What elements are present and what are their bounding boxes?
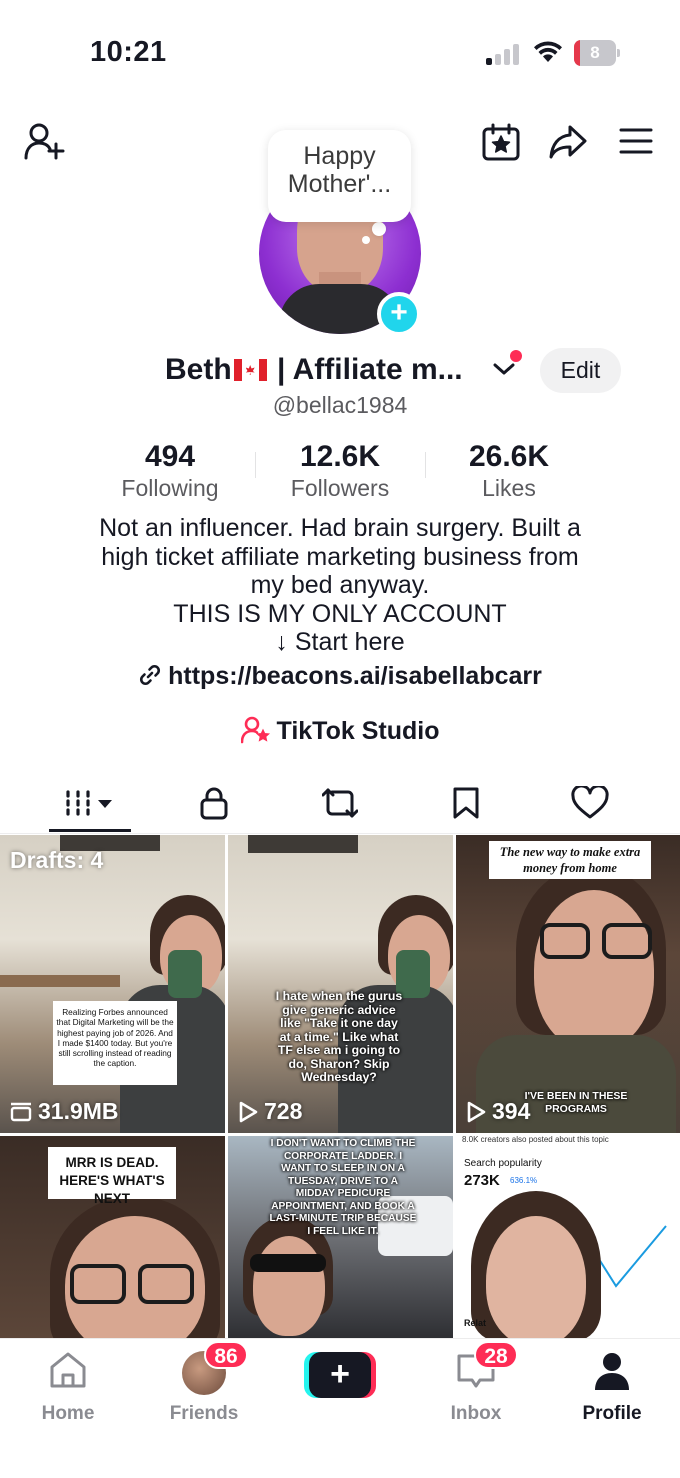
home-icon	[50, 1352, 86, 1388]
tiktok-studio-label: TikTok Studio	[276, 717, 440, 745]
notification-dot	[510, 350, 522, 362]
tile-caption: I DON'T WANT TO CLIMB THE CORPORATE LADD…	[269, 1138, 417, 1237]
view-count: 394	[492, 1098, 531, 1124]
private-tab[interactable]	[172, 778, 256, 828]
search-popularity-value: 273K	[464, 1172, 500, 1189]
profile-stats: 494 Following 12.6K Followers 26.6K Like…	[0, 440, 680, 502]
lock-icon	[200, 787, 228, 820]
canada-flag-icon	[233, 359, 267, 381]
video-grid: Realizing Forbes announced that Digital …	[0, 835, 680, 1338]
cellular-signal-icon	[486, 43, 522, 65]
drafts-count-label: Drafts: 4	[10, 847, 104, 873]
video-tile[interactable]: 8.0K creators also posted about this top…	[456, 1136, 680, 1338]
stat-likes-label: Likes	[482, 475, 536, 501]
search-popularity-change: 636.1%	[510, 1176, 538, 1185]
videos-tab[interactable]	[49, 778, 131, 828]
wifi-icon	[533, 40, 563, 66]
display-name-row[interactable]: Beth | Affiliate m...	[165, 348, 463, 392]
bio-line: high ticket affiliate marketing business…	[101, 542, 579, 571]
bookmark-icon	[453, 787, 479, 819]
favorites-tab[interactable]	[424, 778, 508, 828]
bio-line: ↓ Start here	[275, 628, 405, 657]
storage-icon	[10, 1102, 32, 1121]
tile-footer: Relat	[464, 1318, 487, 1328]
tile-header: 8.0K creators also posted about this top…	[462, 1136, 609, 1144]
display-name: Beth | Affiliate m...	[165, 353, 463, 387]
chevron-down-icon[interactable]	[492, 360, 516, 378]
profile-bio: Not an influencer. Had brain surgery. Bu…	[40, 514, 640, 657]
bio-link[interactable]: https://beacons.ai/isabellabcarr	[0, 662, 680, 694]
friends-badge: 86	[204, 1341, 248, 1369]
video-tile[interactable]: The new way to make extra money from hom…	[456, 835, 680, 1133]
profile-note-bubble[interactable]: Happy Mother'...	[268, 130, 411, 222]
liked-tab[interactable]	[548, 778, 632, 828]
stat-likes[interactable]: 26.6K Likes	[424, 440, 594, 502]
stat-divider	[425, 452, 426, 478]
tile-caption: I hate when the gurus give generic advic…	[275, 989, 403, 1084]
nav-friends-label: Friends	[169, 1403, 239, 1424]
play-icon	[467, 1101, 486, 1122]
stat-followers-value: 12.6K	[299, 440, 381, 473]
add-friend-icon[interactable]	[24, 122, 66, 162]
stat-likes-value: 26.6K	[468, 440, 550, 473]
drafts-tile[interactable]: Realizing Forbes announced that Digital …	[0, 835, 225, 1133]
status-time: 10:21	[90, 36, 167, 68]
draft-size: 31.9MB	[38, 1098, 119, 1124]
inbox-badge: 28	[474, 1341, 518, 1369]
video-tile[interactable]: MRR IS DEAD. HERE'S WHAT'S NEXT	[0, 1136, 225, 1338]
tile-caption: MRR IS DEAD. HERE'S WHAT'S NEXT	[48, 1147, 176, 1206]
add-story-plus-icon[interactable]: +	[377, 292, 421, 336]
nav-home-label: Home	[41, 1403, 95, 1424]
stat-following-value: 494	[144, 440, 196, 473]
profile-views-calendar-icon[interactable]	[482, 123, 520, 161]
grid-videos-icon	[66, 790, 112, 816]
nav-inbox-label: Inbox	[450, 1403, 502, 1424]
bio-link-text: https://beacons.ai/isabellabcarr	[168, 662, 542, 690]
note-bubble-tail	[372, 222, 386, 236]
menu-icon[interactable]	[619, 127, 653, 155]
nav-profile-label: Profile	[582, 1403, 642, 1424]
stat-following-label: Following	[121, 475, 219, 501]
bio-line: Not an influencer. Had brain surgery. Bu…	[99, 514, 581, 542]
reposts-tab[interactable]	[298, 778, 382, 828]
edit-profile-button[interactable]: Edit	[540, 348, 621, 393]
display-name-first: Beth	[165, 353, 232, 386]
stat-following[interactable]: 494 Following	[85, 440, 255, 502]
heart-icon	[571, 786, 609, 819]
plus-icon: +	[309, 1352, 371, 1398]
display-name-rest: | Affiliate m...	[268, 353, 463, 386]
profile-icon	[595, 1353, 629, 1390]
stat-followers-label: Followers	[290, 475, 390, 501]
play-icon	[239, 1101, 258, 1122]
tile-stat: 728	[238, 1098, 302, 1125]
tile-caption: Realizing Forbes announced that Digital …	[53, 1001, 177, 1085]
content-tabs	[0, 778, 680, 834]
share-icon[interactable]	[548, 124, 588, 160]
tile-stat: 394	[466, 1098, 530, 1125]
video-tile[interactable]: I hate when the gurus give generic advic…	[228, 835, 453, 1133]
username: @bellac1984	[272, 392, 408, 418]
view-count: 728	[264, 1098, 303, 1124]
video-tile[interactable]: I DON'T WANT TO CLIMB THE CORPORATE LADD…	[228, 1136, 453, 1338]
tile-stat: 31.9MB	[10, 1098, 119, 1125]
note-bubble-tail-small	[362, 236, 370, 244]
create-button[interactable]: +	[304, 1352, 376, 1398]
repost-icon	[322, 788, 358, 818]
tabs-divider	[0, 833, 680, 834]
link-icon	[138, 663, 162, 694]
tiktok-studio-link[interactable]: TikTok Studio	[0, 716, 680, 751]
status-bar: 10:21 8	[0, 0, 680, 100]
battery-percent: 8	[590, 43, 600, 62]
stat-followers[interactable]: 12.6K Followers	[255, 440, 425, 502]
bio-line: THIS IS MY ONLY ACCOUNT	[173, 599, 507, 628]
bio-line: my bed anyway.	[250, 571, 430, 600]
search-popularity-label: Search popularity	[464, 1158, 542, 1169]
creator-star-icon	[240, 716, 271, 751]
stat-divider	[255, 452, 256, 478]
active-tab-indicator	[49, 829, 131, 832]
battery-icon: 8	[574, 40, 620, 66]
tile-caption: The new way to make extra money from hom…	[489, 841, 651, 879]
